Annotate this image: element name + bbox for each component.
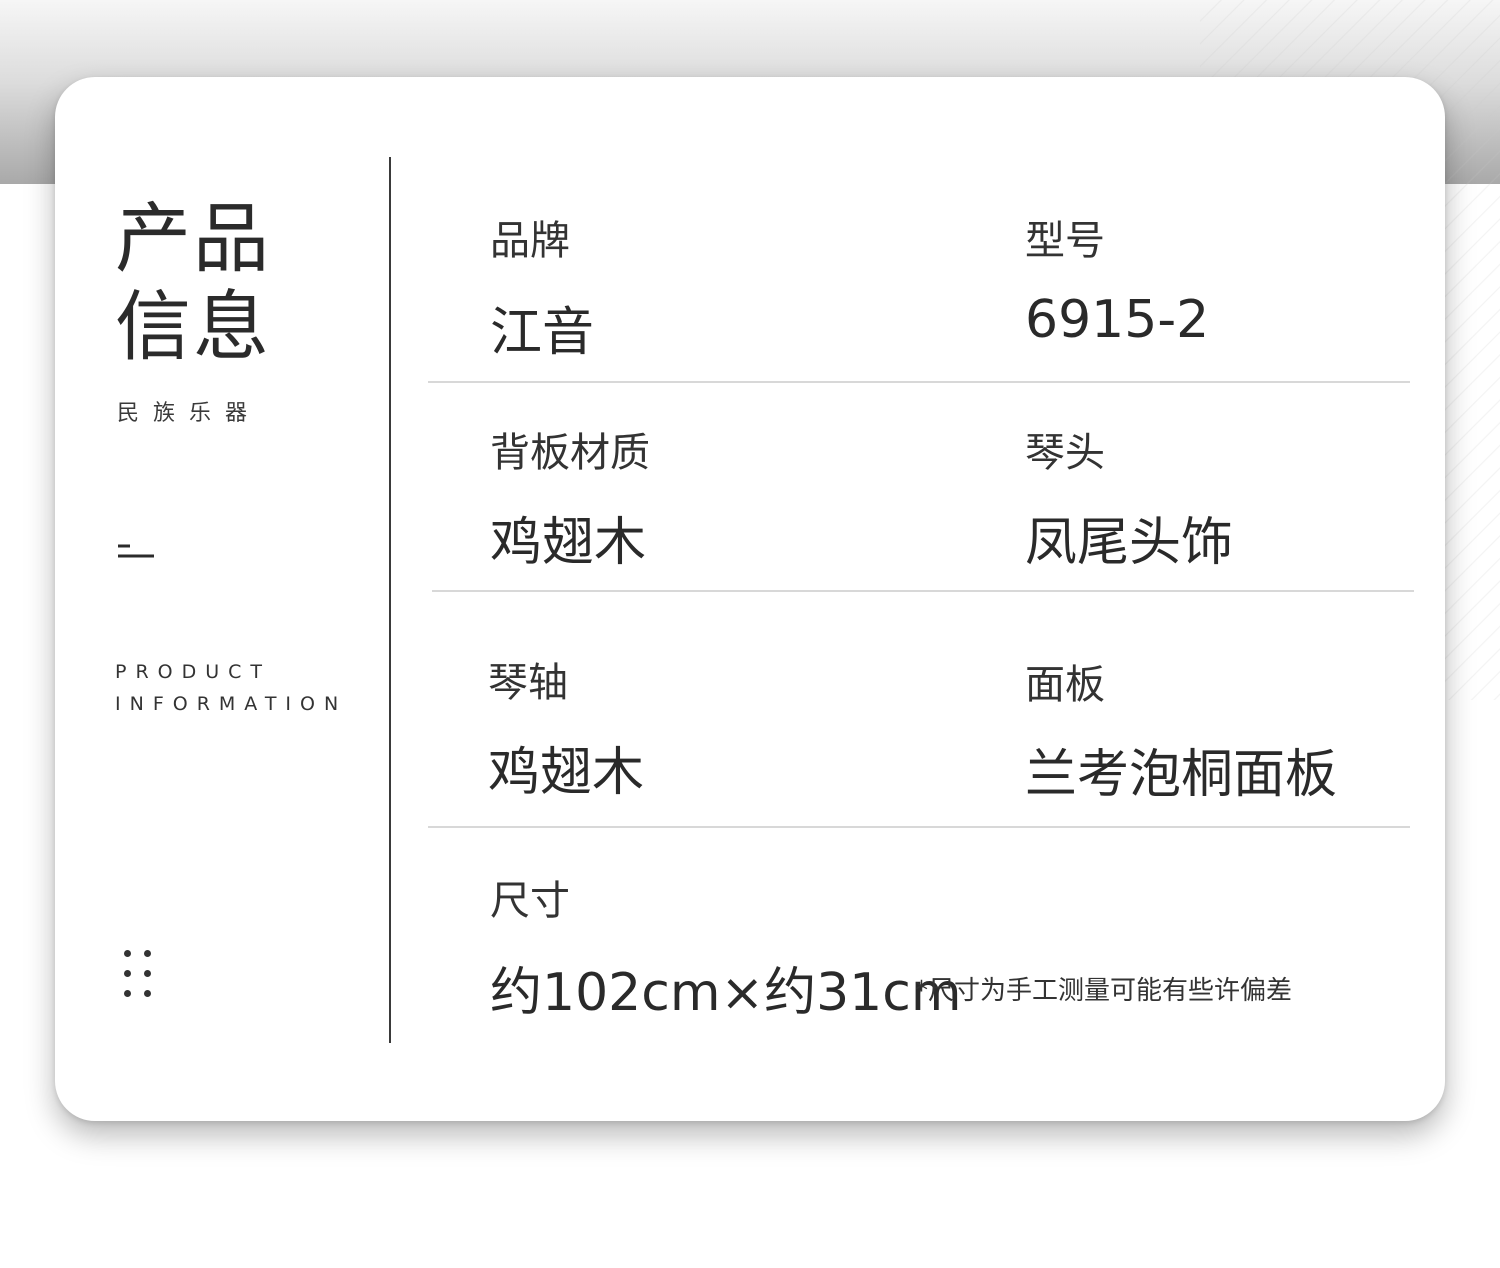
spec-value-brand: 江音 xyxy=(490,303,595,363)
size-note: *尺寸为手工测量可能有些许偏差 xyxy=(915,976,1293,1006)
english-title-line-2: INFORMATION xyxy=(115,693,348,715)
spec-label-model: 型号 xyxy=(1025,218,1105,264)
dot xyxy=(144,970,151,977)
spec-label-brand: 品牌 xyxy=(490,218,570,264)
row-divider xyxy=(428,381,1410,383)
dot xyxy=(124,990,131,997)
spec-label-pegs: 琴轴 xyxy=(488,660,568,706)
dash-mark-icon xyxy=(118,544,154,558)
card-subtitle: 民族乐器 xyxy=(117,401,262,426)
dots-grid-icon xyxy=(120,946,160,1006)
spec-value-headstock: 凤尾头饰 xyxy=(1025,513,1234,573)
spec-value-back-material: 鸡翅木 xyxy=(490,513,647,573)
spec-value-pegs: 鸡翅木 xyxy=(488,743,645,803)
row-divider xyxy=(428,826,1410,828)
row-divider xyxy=(432,590,1414,592)
dot xyxy=(144,950,151,957)
spec-label-size: 尺寸 xyxy=(490,878,570,924)
card-title: 产品信息 xyxy=(115,194,271,371)
spec-value-soundboard: 兰考泡桐面板 xyxy=(1025,745,1338,805)
dot xyxy=(124,950,131,957)
vertical-divider xyxy=(389,157,391,1043)
dot xyxy=(124,970,131,977)
spec-label-headstock: 琴头 xyxy=(1025,430,1105,476)
english-title-line-1: PRODUCT xyxy=(115,661,272,683)
dot xyxy=(144,990,151,997)
spec-label-back-material: 背板材质 xyxy=(490,430,650,476)
spec-value-model: 6915-2 xyxy=(1025,290,1210,350)
spec-value-size: 约102cm×约31cm xyxy=(490,963,962,1023)
english-title: PRODUCT INFORMATION xyxy=(115,656,347,720)
spec-label-soundboard: 面板 xyxy=(1025,662,1105,708)
